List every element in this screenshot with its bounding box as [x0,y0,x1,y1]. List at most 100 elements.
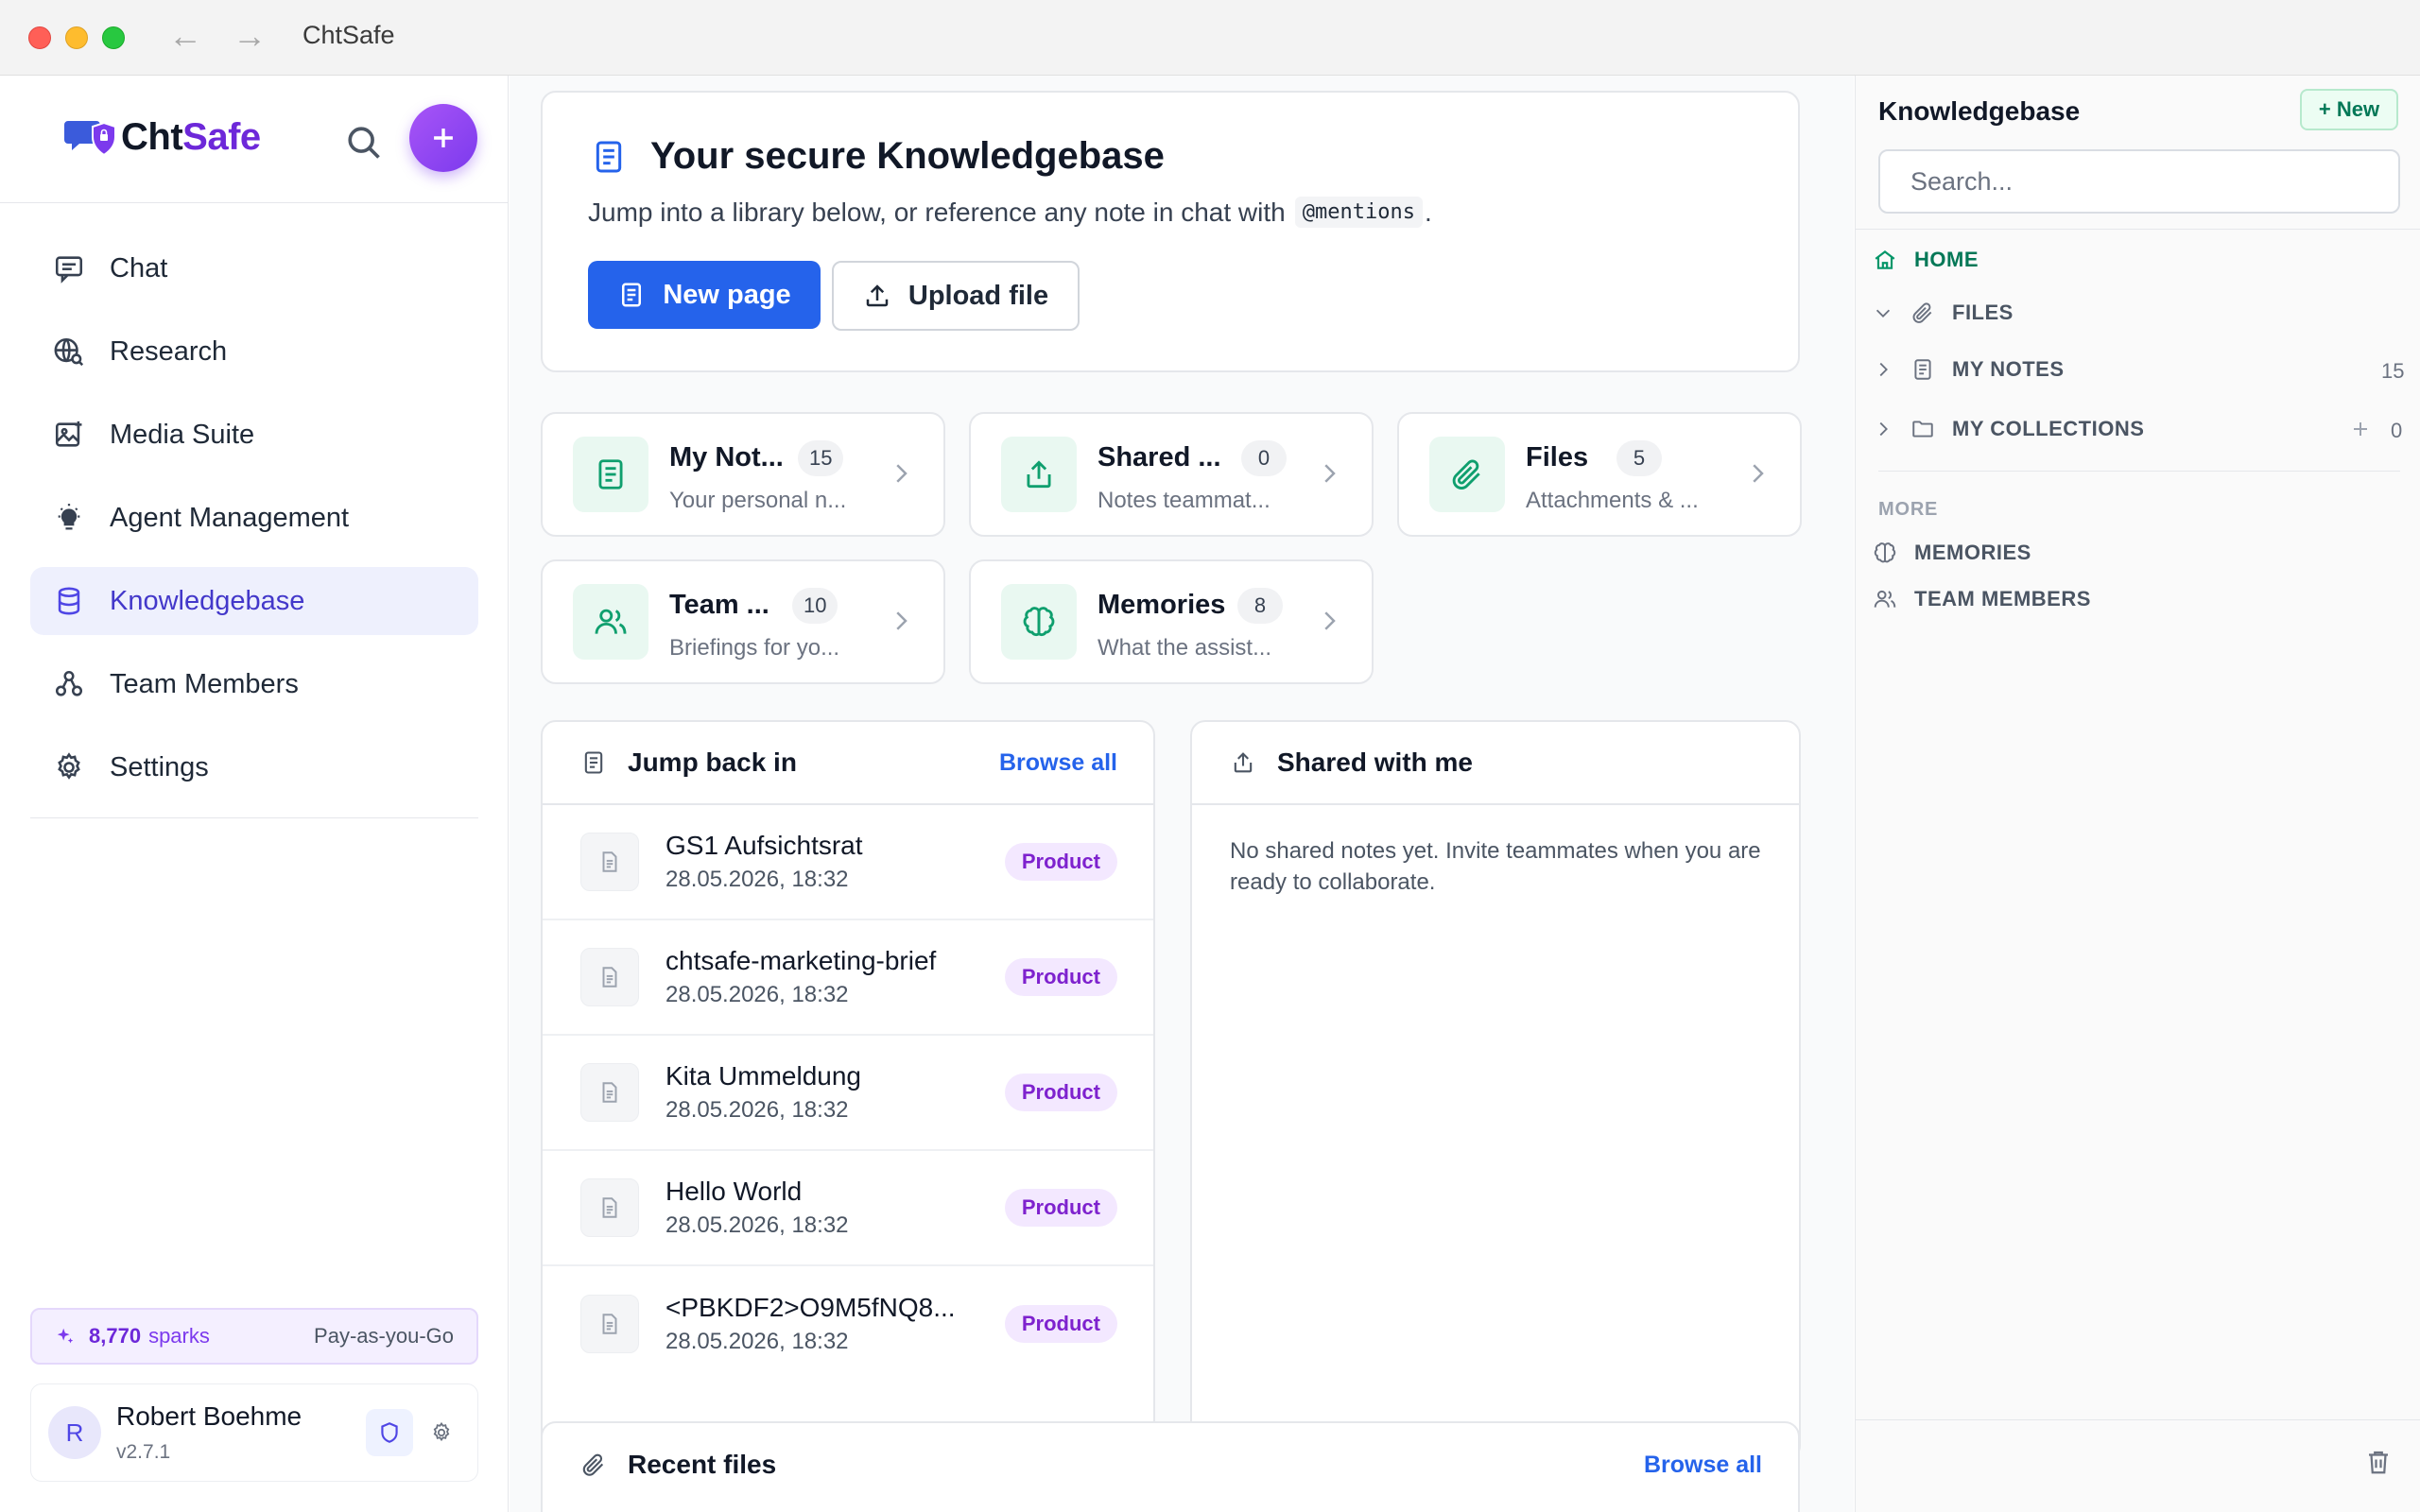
library-card-team[interactable]: Team ... 10 Briefings for yo... [541,559,945,684]
tree-item-label: TEAM MEMBERS [1914,587,2091,610]
browse-all-link[interactable]: Browse all [1644,1452,1762,1479]
sparks-balance[interactable]: 8,770 sparks Pay-as-you-Go [30,1308,478,1365]
security-button[interactable] [366,1409,413,1456]
search-input[interactable] [1878,149,2400,214]
library-card-my-notes[interactable]: My Not... 15 Your personal n... [541,412,945,537]
main-content: Your secure Knowledgebase Jump into a li… [510,76,1854,1512]
new-item-button[interactable]: + New [2300,89,2398,130]
library-title: My Not... [669,442,784,472]
chevron-right-icon[interactable] [1873,419,1893,439]
search-icon[interactable] [342,121,384,163]
library-description: Your personal n... [669,488,847,513]
new-page-label: New page [663,279,791,310]
list-item[interactable]: chtsafe-marketing-brief 28.05.2026, 18:32… [543,920,1153,1036]
gear-icon [58,752,80,780]
note-date: 28.05.2026, 18:32 [666,982,849,1007]
shield-icon [381,1422,398,1443]
user-card[interactable]: R Robert Boehme v2.7.1 [30,1383,478,1482]
file-icon [580,1295,639,1353]
note-title: <PBKDF2>O9M5fNQ8... [666,1293,956,1322]
sidebar-item-label: Settings [110,751,209,782]
recent-files-panel: Recent files Browse all [541,1421,1800,1512]
knowledgebase-tree-panel: Knowledgebase + New HOME FILES MY NOTES … [1855,76,2420,1512]
sidebar-item-settings[interactable]: Settings [30,733,478,801]
tree-item-memories[interactable]: MEMORIES [1873,541,2031,565]
minimize-window-button[interactable] [65,26,88,49]
new-page-button[interactable]: New page [588,261,821,329]
sparks-count: 8,770 [89,1324,142,1348]
file-icon [580,1178,639,1237]
paperclip-icon [1429,437,1505,512]
list-item[interactable]: Kita Ummeldung 28.05.2026, 18:32 Product [543,1036,1153,1151]
panel-header: Jump back in Browse all [543,722,1153,805]
upload-icon [866,284,889,307]
sidebar-item-team-members[interactable]: Team Members [30,650,478,718]
sidebar-item-knowledgebase[interactable]: Knowledgebase [30,567,478,635]
app-version: v2.7.1 [116,1441,171,1463]
tree-item-label: MY NOTES [1952,357,2065,381]
sparks-unit: sparks [148,1324,210,1348]
library-description: Notes teammat... [1098,488,1270,513]
sidebar-item-media-suite[interactable]: Media Suite [30,401,478,469]
list-item[interactable]: Hello World 28.05.2026, 18:32 Product [543,1151,1153,1266]
divider [1856,229,2420,230]
upload-file-button[interactable]: Upload file [832,261,1080,331]
sidebar-item-research[interactable]: Research [30,318,478,386]
chevron-right-icon [896,464,908,483]
tree-item-my-notes[interactable]: MY NOTES [1873,357,2065,382]
note-title: chtsafe-marketing-brief [666,946,937,975]
my-collections-count: 0 [2391,419,2403,442]
users-icon [1874,590,1896,608]
library-title: Files [1526,442,1589,472]
globe-search-icon [54,337,84,367]
page-title-text: Your secure Knowledgebase [650,135,1165,177]
section-label: MORE [1878,499,1939,520]
chevron-right-icon[interactable] [1873,359,1893,380]
user-settings-button[interactable] [423,1414,460,1452]
avatar: R [48,1406,101,1459]
chevron-down-icon[interactable] [1873,302,1893,323]
image-icon [55,421,82,447]
chevron-right-icon [1753,464,1764,483]
sidebar-item-agent-management[interactable]: Agent Management [30,484,478,552]
sidebar-nav: Chat Research Media Suite Agent Manageme… [30,234,478,816]
note-date: 28.05.2026, 18:32 [666,867,849,892]
library-count: 10 [792,588,838,624]
library-title: Team ... [669,590,769,620]
library-card-shared[interactable]: Shared ... 0 Notes teammat... [969,412,1374,537]
new-chat-button[interactable] [409,104,477,172]
tree-item-my-collections[interactable]: MY COLLECTIONS [1873,417,2144,441]
library-count: 15 [798,440,844,476]
list-item[interactable]: <PBKDF2>O9M5fNQ8... 28.05.2026, 18:32 Pro… [543,1266,1153,1382]
sidebar-item-label: Media Suite [110,419,255,450]
window-title: ChtSafe [302,21,395,49]
plus-icon[interactable] [2349,418,2372,440]
page-title: Your secure Knowledgebase [590,135,1165,178]
list-item[interactable]: GS1 Aufsichtsrat 28.05.2026, 18:32 Produc… [543,805,1153,920]
divider [0,202,509,203]
panel-title: Recent files [628,1450,777,1479]
tag-badge: Product [1004,958,1117,996]
browse-all-link[interactable]: Browse all [999,749,1117,777]
title-bar: ← → ChtSafe [0,0,2420,76]
divider [1878,471,2400,472]
chevron-right-icon [1324,464,1336,483]
note-date: 28.05.2026, 18:32 [666,1212,849,1238]
tree-item-files[interactable]: FILES [1873,301,2014,325]
close-window-button[interactable] [28,26,51,49]
sidebar-item-chat[interactable]: Chat [30,234,478,302]
tree-item-home[interactable]: HOME [1873,248,1979,272]
back-arrow-icon[interactable]: ← [168,17,202,55]
sidebar-item-label: Agent Management [110,502,350,533]
forward-arrow-icon[interactable]: → [233,17,267,55]
trash-icon[interactable] [2364,1448,2393,1476]
zoom-window-button[interactable] [102,26,125,49]
library-card-files[interactable]: Files 5 Attachments & ... [1397,412,1802,537]
tree-item-team-members[interactable]: TEAM MEMBERS [1873,587,2091,611]
brand[interactable]: ChtSafe [64,115,261,159]
tag-badge: Product [1004,1305,1117,1343]
share-icon [1001,437,1077,512]
page-subtitle: Jump into a library below, or reference … [588,197,1432,228]
note-date: 28.05.2026, 18:32 [666,1329,849,1354]
library-card-memories[interactable]: Memories 8 What the assist... [969,559,1374,684]
